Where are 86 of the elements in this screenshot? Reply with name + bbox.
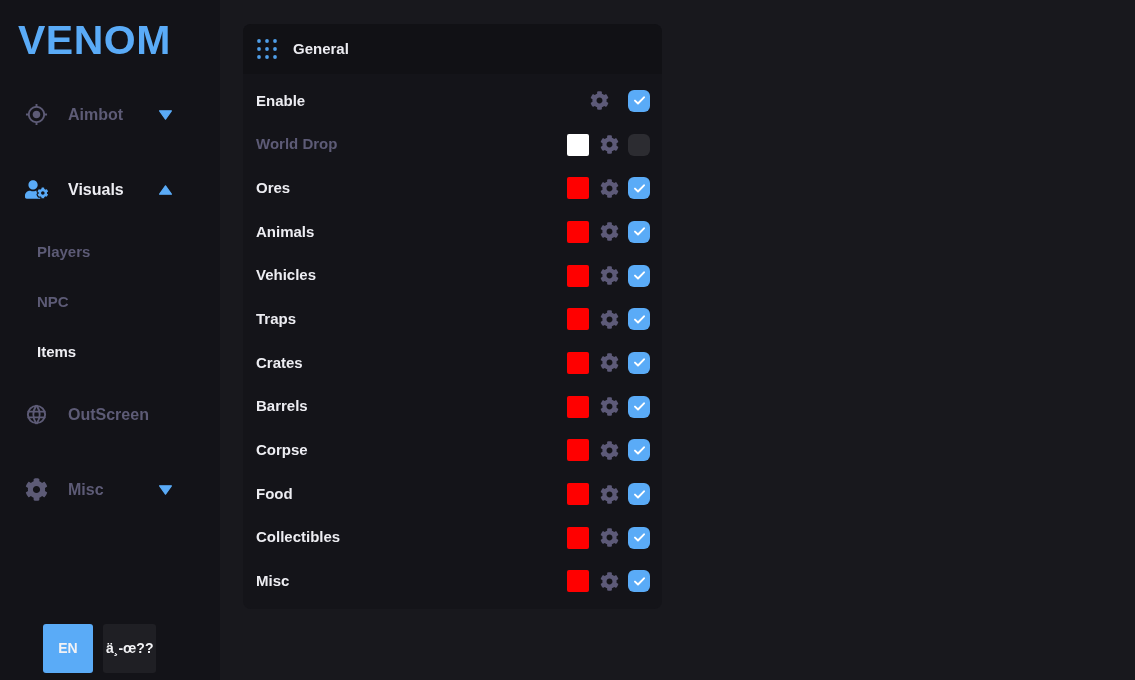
settings-button[interactable] (589, 90, 609, 111)
row-label: Collectibles (256, 527, 342, 548)
settings-icon (599, 135, 619, 155)
checkbox[interactable] (628, 177, 650, 200)
row-label: Animals (256, 221, 316, 242)
settings-button[interactable] (599, 396, 619, 417)
checkbox[interactable] (628, 526, 650, 549)
checkbox[interactable] (628, 570, 650, 593)
color-swatch[interactable] (567, 526, 589, 549)
row-label: Ores (256, 177, 292, 198)
row-label: Traps (256, 309, 298, 330)
nav-subitem[interactable]: NPC (0, 277, 220, 327)
globe-icon (25, 403, 48, 426)
color-swatch[interactable] (567, 351, 589, 374)
language-button[interactable]: EN (43, 624, 93, 673)
settings-icon (589, 91, 609, 111)
row-label: Food (256, 483, 294, 504)
checkbox[interactable] (628, 439, 650, 462)
row-label: Barrels (256, 396, 309, 417)
checkbox[interactable] (628, 133, 650, 156)
nav-item[interactable]: Aimbot (0, 77, 220, 152)
color-swatch[interactable] (567, 220, 589, 243)
settings-button[interactable] (599, 440, 619, 461)
checkbox[interactable] (628, 351, 650, 374)
grid-dots-icon (257, 39, 277, 59)
logo: VENOM (18, 17, 172, 63)
settings-button[interactable] (599, 352, 619, 373)
checkbox[interactable] (628, 395, 650, 418)
row-label: Corpse (256, 440, 309, 461)
panel-title: General (293, 38, 349, 59)
settings-button[interactable] (599, 221, 619, 242)
check-icon (633, 445, 645, 455)
check-icon (633, 533, 645, 543)
checkbox[interactable] (628, 308, 650, 331)
checkbox[interactable] (628, 483, 650, 506)
color-swatch[interactable] (567, 395, 589, 418)
settings-icon (599, 266, 619, 286)
user-gear-icon (25, 178, 48, 201)
nav-subitem[interactable]: Players (0, 227, 220, 277)
settings-icon (599, 571, 619, 591)
nav-item[interactable]: OutScreen (0, 377, 220, 452)
settings-icon (599, 528, 619, 548)
settings-button[interactable] (599, 571, 619, 592)
check-icon (633, 183, 645, 193)
settings-icon (599, 397, 619, 417)
crosshair-icon (25, 103, 48, 126)
check-icon (633, 489, 645, 499)
settings-button[interactable] (599, 134, 619, 155)
settings-icon (599, 353, 619, 373)
settings-button[interactable] (599, 178, 619, 199)
row-label: Crates (256, 352, 304, 373)
settings-button[interactable] (599, 527, 619, 548)
check-icon (633, 402, 645, 412)
check-icon (633, 271, 645, 281)
row-label: Vehicles (256, 265, 318, 286)
check-icon (633, 314, 645, 324)
row-label: World Drop (256, 134, 339, 155)
check-icon (633, 96, 645, 106)
color-swatch[interactable] (567, 264, 589, 287)
language-button[interactable]: ä¸-œ?? (103, 624, 157, 673)
settings-button[interactable] (599, 309, 619, 330)
color-swatch[interactable] (567, 483, 589, 506)
settings-icon (599, 484, 619, 504)
settings-icon (599, 178, 619, 198)
settings-icon (599, 222, 619, 242)
check-icon (633, 227, 645, 237)
settings-icon (599, 309, 619, 329)
color-swatch[interactable] (567, 133, 589, 156)
gear-icon (25, 478, 48, 501)
checkbox[interactable] (628, 220, 650, 243)
check-icon (633, 358, 645, 368)
nav-item[interactable]: Visuals (0, 152, 220, 227)
color-swatch[interactable] (567, 308, 589, 331)
color-swatch[interactable] (567, 439, 589, 462)
check-icon (633, 576, 645, 586)
settings-button[interactable] (599, 484, 619, 505)
settings-icon (599, 440, 619, 460)
row-label: Enable (256, 90, 307, 111)
checkbox[interactable] (628, 89, 650, 112)
nav-item[interactable]: Misc (0, 452, 220, 527)
color-swatch[interactable] (567, 177, 589, 200)
row-label: Misc (256, 571, 291, 592)
color-swatch[interactable] (567, 570, 589, 593)
nav-subitem[interactable]: Items (0, 327, 220, 377)
settings-button[interactable] (599, 265, 619, 286)
checkbox[interactable] (628, 264, 650, 287)
